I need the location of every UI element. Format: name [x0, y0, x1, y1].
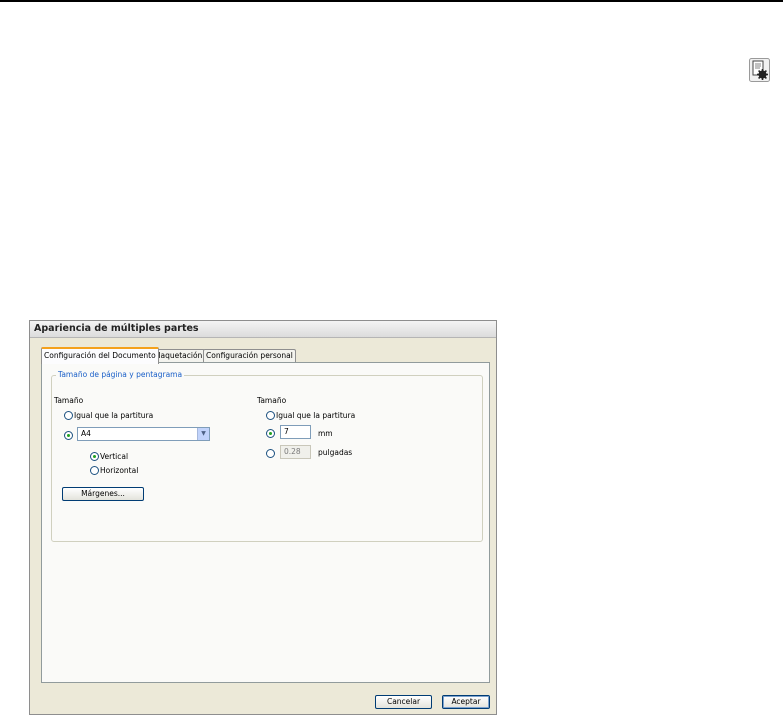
portrait-radio[interactable]: [90, 452, 99, 461]
tab-panel: Tamaño de página y pentagrama Tamaño Igu…: [41, 362, 490, 683]
tab-personal-setup[interactable]: Configuración personal: [203, 349, 296, 362]
staff-mm-input[interactable]: 7: [280, 425, 311, 439]
landscape-label: Horizontal: [100, 466, 139, 475]
landscape-radio[interactable]: [90, 466, 99, 475]
top-divider: [0, 0, 783, 2]
cancel-button[interactable]: Cancelar: [375, 695, 432, 709]
group-legend: Tamaño de página y pentagrama: [56, 370, 185, 379]
page-size-heading: Tamaño: [54, 396, 84, 405]
page-same-as-score-radio[interactable]: [64, 411, 73, 420]
staff-same-as-score-label: Igual que la partitura: [276, 411, 356, 420]
inches-unit-label: pulgadas: [318, 448, 353, 457]
page-same-as-score-label: Igual que la partitura: [74, 411, 154, 420]
tab-layout[interactable]: Maquetación: [151, 349, 206, 362]
staff-size-heading: Tamaño: [257, 396, 287, 405]
paper-size-select[interactable]: A4 ▼: [77, 427, 210, 441]
portrait-label: Vertical: [100, 452, 129, 461]
staff-inches-input: 0.28: [280, 445, 311, 459]
staff-inches-radio[interactable]: [266, 449, 275, 458]
staff-mm-radio[interactable]: [266, 429, 275, 438]
multipart-appearance-dialog: Apariencia de múltiples partes Configura…: [29, 320, 497, 715]
tab-document-setup[interactable]: Configuración del Documento: [41, 347, 159, 364]
dialog-title: Apariencia de múltiples partes: [30, 321, 496, 338]
page-custom-size-radio[interactable]: [64, 431, 73, 440]
mm-unit-label: mm: [318, 429, 333, 438]
document-settings-icon[interactable]: [749, 58, 770, 82]
chevron-down-icon[interactable]: ▼: [197, 428, 209, 440]
accept-button[interactable]: Aceptar: [442, 695, 490, 709]
page-and-staff-size-group: Tamaño de página y pentagrama Tamaño Igu…: [51, 370, 483, 542]
margins-button[interactable]: Márgenes...: [62, 487, 144, 501]
staff-same-as-score-radio[interactable]: [266, 411, 275, 420]
